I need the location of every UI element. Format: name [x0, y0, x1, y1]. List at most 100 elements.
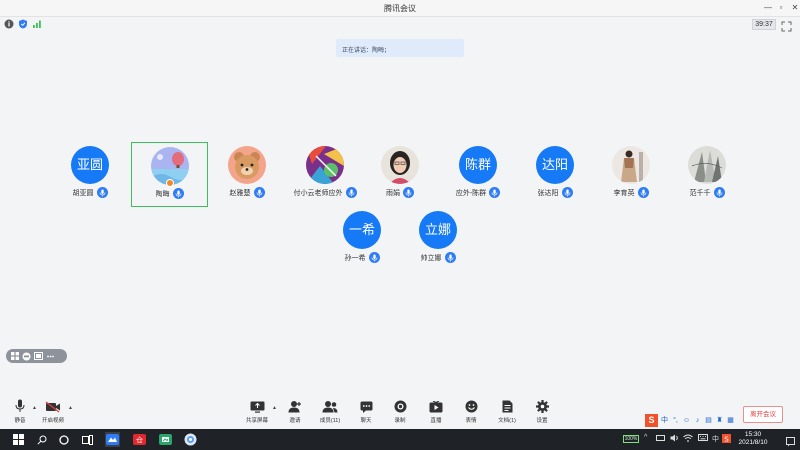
tray-network-icon[interactable] [656, 434, 665, 444]
layout-switcher[interactable] [6, 349, 67, 363]
participant-tile[interactable]: 一希 孙一希 [324, 207, 400, 271]
ime-voice-icon[interactable]: ♪ [693, 417, 702, 424]
microphone-icon [637, 187, 649, 198]
participant-avatar[interactable] [688, 146, 726, 184]
minimize-button[interactable]: — [762, 2, 774, 14]
maximize-button[interactable]: ▫ [775, 2, 787, 14]
video-button[interactable]: 开启视频 [33, 398, 73, 428]
participant-name: 陶晦 [155, 190, 170, 198]
browser-taskbar-icon[interactable] [183, 432, 198, 447]
documents-button[interactable]: 文档(1) [487, 398, 527, 428]
participant-avatar[interactable]: 一希 [343, 211, 381, 249]
more-icon[interactable] [46, 352, 55, 361]
participant-avatar[interactable]: 亚圆 [71, 146, 109, 184]
participant-tile[interactable]: 付小云老师应外 [287, 142, 363, 206]
participant-avatar[interactable]: 立娜 [419, 211, 457, 249]
participant-name: 范千千 [689, 189, 711, 197]
green-app-taskbar-icon[interactable] [158, 432, 173, 447]
ime-grid-icon[interactable]: ▦ [726, 416, 735, 424]
tray-expand-icon[interactable]: ^ [644, 434, 647, 441]
gear-icon [535, 400, 549, 413]
participant-avatar[interactable] [612, 146, 650, 184]
members-label: 成员(11) [319, 418, 341, 424]
cortana-icon[interactable] [56, 432, 71, 447]
ime-keyboard-icon[interactable]: ▤ [704, 416, 713, 424]
microphone-icon [403, 187, 414, 198]
participant-name: 孙一希 [344, 254, 366, 262]
battery-indicator[interactable]: 100% [623, 435, 639, 443]
grid-view-icon[interactable] [10, 352, 19, 361]
speaker-view-icon[interactable] [22, 352, 31, 361]
record-button[interactable]: 录制 [380, 398, 420, 428]
gallery-view-icon[interactable] [34, 352, 43, 361]
clock-time: 15:30 [744, 431, 762, 438]
participant-name-row: 陶晦 [132, 188, 207, 199]
host-badge-icon [166, 179, 174, 187]
window-title: 腾讯会议 [384, 4, 416, 13]
participant-tile[interactable]: 陈群 应外-陈群 [440, 142, 516, 206]
notification-icon[interactable] [786, 434, 795, 447]
participant-name: 帅立娜 [420, 254, 442, 262]
participant-tile[interactable]: 达阳 张达阳 [517, 142, 593, 206]
ime-clothes-icon[interactable]: ♜ [715, 416, 724, 424]
chat-icon [360, 401, 372, 413]
members-button[interactable]: 成员(11) [310, 398, 350, 428]
participant-avatar[interactable] [306, 146, 344, 184]
live-button[interactable]: 直播 [416, 398, 456, 428]
ime-emoji-icon[interactable]: ☺ [682, 417, 691, 424]
participant-tile[interactable]: 陶晦 [131, 142, 208, 207]
participant-tile[interactable]: 亚圆 胡亚圆 [52, 142, 128, 206]
speaking-banner: 正在讲话：陶晦； [336, 39, 464, 57]
ime-toolbar[interactable]: S 中 °, ☺ ♪ ▤ ♜ ▦ [645, 413, 771, 427]
participant-tile[interactable]: 赵雅楚 [209, 142, 285, 206]
red-app-taskbar-icon[interactable]: 仓 [132, 432, 147, 447]
sogou-ime-icon[interactable]: S [645, 413, 658, 427]
microphone-icon [368, 252, 380, 263]
meeting-window: 腾讯会议 — ▫ ✕ 39:37 正在讲话：陶晦； 亚圆 胡亚圆 陶晦 赵雅楚 付小云老… [0, 0, 800, 450]
task-view-icon[interactable] [80, 432, 95, 447]
meeting-status-icons [4, 19, 42, 29]
invite-button[interactable]: 邀请 [275, 398, 315, 428]
volume-icon[interactable] [670, 434, 679, 444]
security-shield-icon[interactable] [18, 19, 28, 29]
ime-punctuation-icon[interactable]: °, [671, 417, 680, 424]
microphone-icon [713, 187, 725, 198]
microphone-icon [345, 187, 357, 198]
reactions-button[interactable]: 表情 [451, 398, 491, 428]
video-options-caret[interactable]: ▲ [68, 405, 74, 411]
tencent-meeting-taskbar-icon[interactable] [105, 432, 120, 447]
windows-start-icon[interactable] [11, 432, 26, 447]
microphone-icon [96, 187, 108, 198]
sogou-tray-icon[interactable]: S [722, 434, 731, 445]
document-icon [502, 400, 512, 413]
taskbar-clock[interactable]: 15:30 2021/8/10 [733, 431, 773, 447]
participant-tile[interactable]: 范千千 [669, 142, 745, 206]
participant-name: 张达阳 [537, 189, 559, 197]
settings-button[interactable]: 设置 [522, 398, 562, 428]
participant-tile[interactable]: 立娜 帅立娜 [400, 207, 476, 271]
wifi-icon[interactable] [683, 434, 693, 444]
signal-icon[interactable] [32, 19, 42, 29]
microphone-icon [561, 187, 573, 198]
close-button[interactable]: ✕ [789, 2, 800, 14]
search-icon[interactable] [34, 432, 49, 447]
video-off-icon [45, 401, 60, 413]
fullscreen-icon[interactable] [781, 19, 792, 32]
share-screen-button[interactable]: 共享屏幕 [237, 398, 277, 428]
participant-name-row: 李育英 [593, 187, 669, 198]
participant-tile[interactable]: 李育英 [593, 142, 669, 206]
participant-avatar[interactable]: 陈群 [459, 146, 497, 184]
participant-tile[interactable]: 雨娟 [362, 142, 438, 206]
ime-language[interactable]: 中 [660, 415, 669, 425]
participant-avatar[interactable] [381, 146, 419, 184]
video-label: 开启视频 [41, 418, 64, 424]
tray-keyboard-icon[interactable] [698, 434, 708, 443]
documents-label: 文档(1) [498, 418, 516, 424]
participant-avatar[interactable] [228, 146, 266, 184]
settings-label: 设置 [536, 418, 548, 424]
participant-avatar[interactable]: 达阳 [536, 146, 574, 184]
microphone-icon [172, 188, 184, 199]
taskbar-language[interactable]: 中 [712, 434, 719, 444]
info-icon[interactable] [4, 19, 14, 29]
clock-date: 2021/8/10 [738, 439, 768, 446]
